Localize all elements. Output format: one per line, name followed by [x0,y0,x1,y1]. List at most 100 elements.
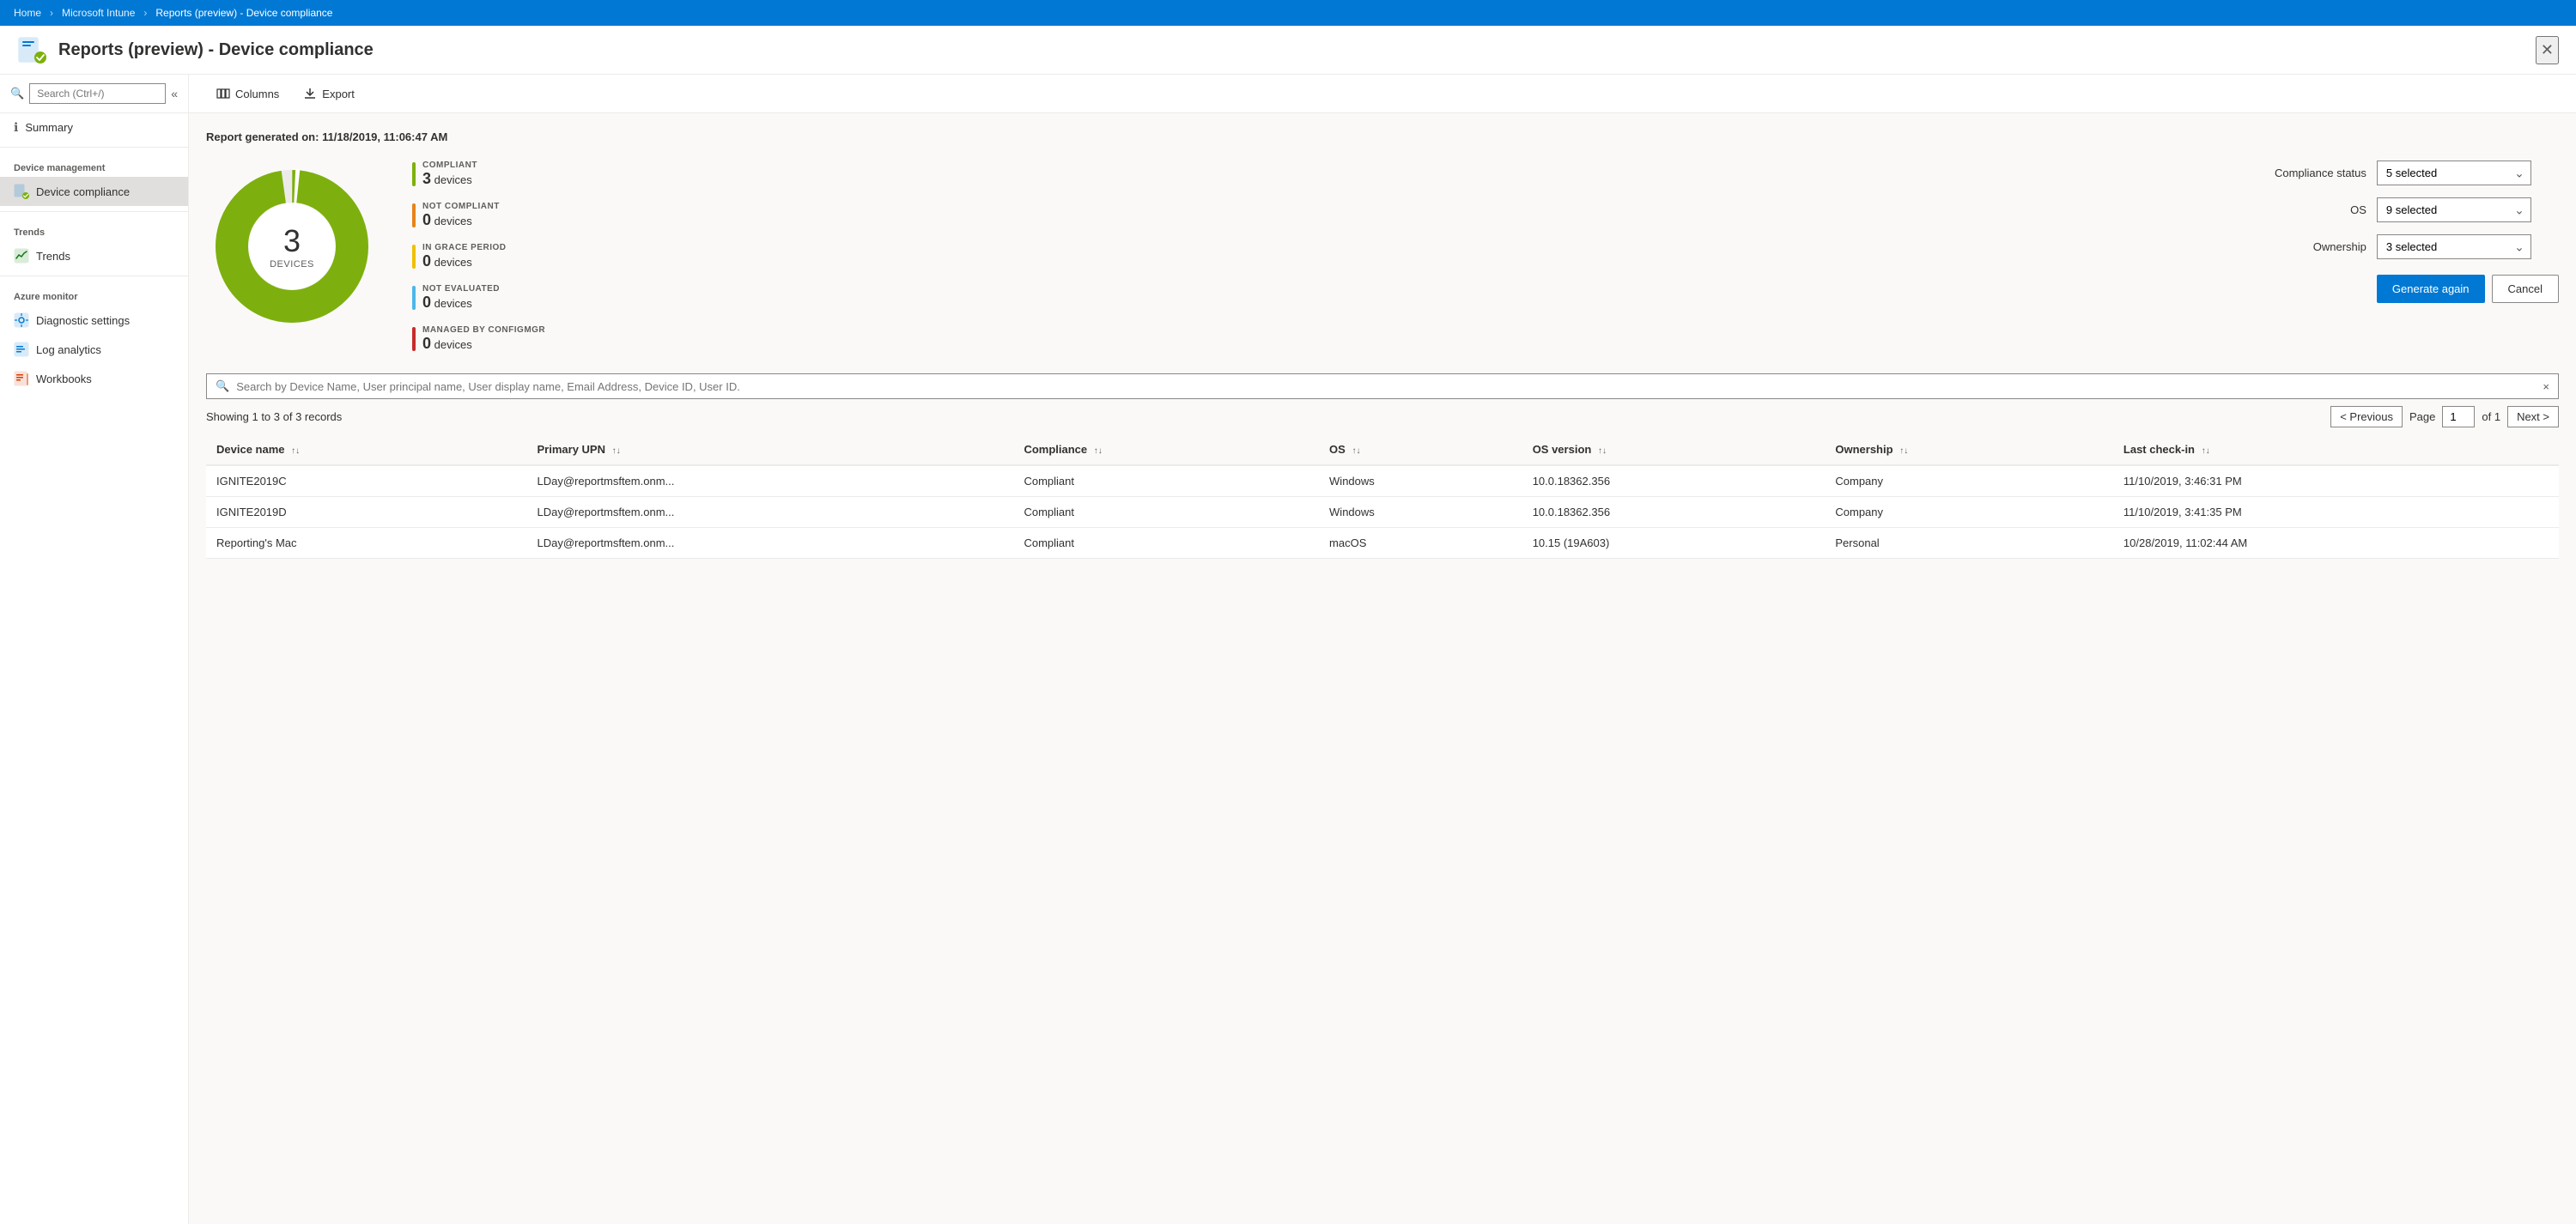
col-os[interactable]: OS ↑↓ [1319,434,1522,465]
breadcrumb-bar: Home › Microsoft Intune › Reports (previ… [0,0,2576,26]
generate-again-button[interactable]: Generate again [2377,275,2485,303]
sidebar-log-analytics-label: Log analytics [36,343,101,356]
sidebar-trends-section: Trends [0,217,188,241]
filter-os-label: OS [2263,203,2366,216]
columns-button[interactable]: Columns [206,82,289,106]
cell-primary-upn: LDay@reportmsftem.onm... [527,528,1014,559]
sidebar-workbooks-label: Workbooks [36,373,92,385]
page-title: Reports (preview) - Device compliance [58,40,374,60]
breadcrumb-intune[interactable]: Microsoft Intune [62,7,135,19]
sort-icon-ownership: ↑↓ [1899,446,1908,456]
table-body: IGNITE2019C LDay@reportmsftem.onm... Com… [206,465,2559,559]
col-primary-upn[interactable]: Primary UPN ↑↓ [527,434,1014,465]
legend-value-configmgr: 0 [422,335,431,352]
legend-unit-compliant: devices [434,173,472,186]
donut-unit: DEVICES [270,259,314,270]
legend-unit-configmgr: devices [434,338,472,351]
chart-legend: COMPLIANT 3 devices NOT COMPLIANT [412,161,545,353]
search-bar-icon: 🔍 [216,379,229,393]
close-button[interactable]: ✕ [2536,36,2559,64]
legend-unit-not-evaluated: devices [434,297,472,310]
legend-bar-not-evaluated [412,286,416,310]
sidebar-device-compliance-label: Device compliance [36,185,130,198]
cell-device-name: Reporting's Mac [206,528,527,559]
cell-os-version: 10.0.18362.356 [1522,465,1826,497]
col-os-version[interactable]: OS version ↑↓ [1522,434,1826,465]
legend-value-compliant: 3 [422,170,431,187]
export-button[interactable]: Export [293,82,365,106]
filter-row-compliance: Compliance status 5 selected [2263,161,2559,185]
donut-chart: 3 DEVICES [206,161,378,332]
filter-compliance-label: Compliance status [2263,167,2366,179]
sidebar-azure-monitor-section: Azure monitor [0,282,188,306]
cell-primary-upn: LDay@reportmsftem.onm... [527,497,1014,528]
export-label: Export [322,88,355,100]
next-button[interactable]: Next > [2507,406,2559,427]
sidebar-item-trends[interactable]: Trends [0,241,188,270]
cell-device-name: IGNITE2019C [206,465,527,497]
cell-compliance: Compliant [1013,465,1319,497]
main-layout: 🔍 « ℹ Summary Device management Device c… [0,75,2576,1224]
sidebar-item-summary[interactable]: ℹ Summary [0,113,188,142]
col-ownership[interactable]: Ownership ↑↓ [1825,434,2113,465]
export-icon [303,87,317,100]
sidebar-item-diagnostic-settings[interactable]: Diagnostic settings [0,306,188,335]
cell-ownership: Company [1825,465,2113,497]
pagination-of: of 1 [2482,410,2500,423]
page-select[interactable]: 1 [2442,406,2475,427]
table-header-row: Device name ↑↓ Primary UPN ↑↓ Compliance… [206,434,2559,465]
compliance-select-wrap: 5 selected [2377,161,2531,185]
chart-section: 3 DEVICES COMPLIANT 3 devices [206,161,2559,353]
cancel-button[interactable]: Cancel [2492,275,2559,303]
data-table: Device name ↑↓ Primary UPN ↑↓ Compliance… [206,434,2559,559]
sort-icon-checkin: ↑↓ [2202,446,2210,456]
sidebar-item-workbooks[interactable]: Workbooks [0,364,188,393]
breadcrumb-home[interactable]: Home [14,7,41,19]
sort-icon-compliance: ↑↓ [1094,446,1103,456]
toolbar: Columns Export [189,75,2576,113]
cell-compliance: Compliant [1013,528,1319,559]
records-count: Showing 1 to 3 of 3 records [206,410,342,423]
os-select-wrap: 9 selected [2377,197,2531,222]
page-header: Reports (preview) - Device compliance ✕ [0,26,2576,75]
workbooks-icon [14,371,29,386]
device-compliance-small-icon [14,184,29,199]
sidebar-collapse-button[interactable]: « [171,87,178,100]
filters-section: Compliance status 5 selected OS 9 select… [2263,161,2559,303]
col-device-name[interactable]: Device name ↑↓ [206,434,527,465]
compliance-status-select[interactable]: 5 selected [2377,161,2531,185]
cell-os-version: 10.15 (19A603) [1522,528,1826,559]
search-input[interactable] [29,83,166,104]
filter-row-ownership: Ownership 3 selected [2263,234,2559,259]
sort-icon-os: ↑↓ [1352,446,1360,456]
columns-icon [216,87,230,100]
sidebar-device-management-section: Device management [0,153,188,177]
col-compliance[interactable]: Compliance ↑↓ [1013,434,1319,465]
table-search-input[interactable] [236,380,2536,393]
search-clear-icon[interactable]: × [2543,380,2549,393]
legend-category-configmgr: MANAGED BY CONFIGMGR [422,325,545,335]
ownership-select-wrap: 3 selected [2377,234,2531,259]
search-bar-wrap: 🔍 × [206,373,2559,399]
sidebar-summary-label: Summary [25,121,73,134]
legend-unit-grace: devices [434,256,472,269]
table-row: Reporting's Mac LDay@reportmsftem.onm...… [206,528,2559,559]
ownership-select[interactable]: 3 selected [2377,234,2531,259]
legend-value-not-evaluated: 0 [422,294,431,311]
filter-ownership-label: Ownership [2263,240,2366,253]
os-select[interactable]: 9 selected [2377,197,2531,222]
sort-icon-os-version: ↑↓ [1598,446,1607,456]
columns-label: Columns [235,88,279,100]
legend-item-compliant: COMPLIANT 3 devices [412,161,545,188]
sidebar: 🔍 « ℹ Summary Device management Device c… [0,75,189,1224]
previous-button[interactable]: < Previous [2330,406,2403,427]
action-row: Generate again Cancel [2263,275,2559,303]
donut-center: 3 DEVICES [270,223,314,270]
page-label: Page [2409,410,2435,423]
sidebar-item-device-compliance[interactable]: Device compliance [0,177,188,206]
diagnostic-settings-icon [14,312,29,328]
cell-ownership: Personal [1825,528,2113,559]
search-icon: 🔍 [10,87,24,100]
col-last-checkin[interactable]: Last check-in ↑↓ [2113,434,2559,465]
sidebar-item-log-analytics[interactable]: Log analytics [0,335,188,364]
